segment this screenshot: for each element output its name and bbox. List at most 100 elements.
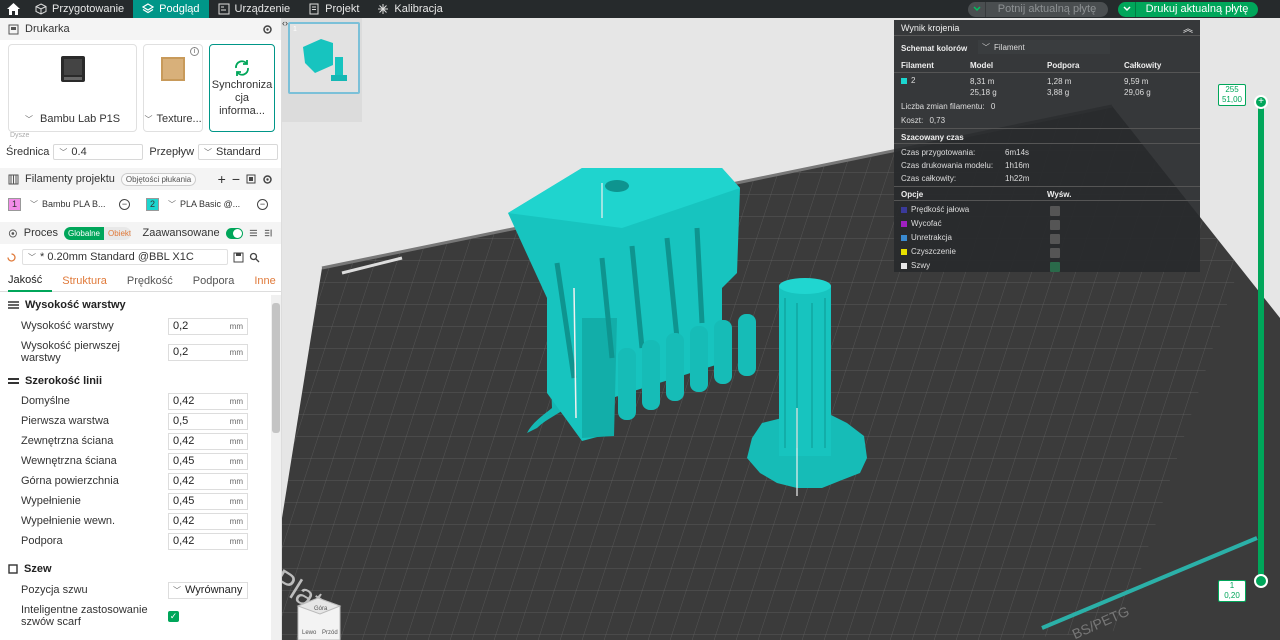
option-visible-checkbox[interactable] xyxy=(1050,206,1060,216)
line-width-input[interactable]: 0,42 mm xyxy=(168,392,248,410)
param-row: Wypełnienie wewn. 0,42 mm xyxy=(0,511,270,531)
col-header: Całkowity xyxy=(1124,61,1162,70)
tab-quality[interactable]: Jakość xyxy=(8,270,53,292)
filaments-section-title: Filamenty projektu xyxy=(25,173,115,185)
process-scope-toggle[interactable]: Globalne Obiekty xyxy=(63,226,131,240)
chevron-down-icon: ﹀ xyxy=(30,199,38,209)
chevron-down-icon: ﹀ xyxy=(168,199,176,209)
chevron-down-icon: ﹀ xyxy=(59,147,68,157)
option-visible-checkbox[interactable] xyxy=(1050,248,1060,258)
remove-filament-icon[interactable]: − xyxy=(232,171,240,187)
tab-prepare-label: Przygotowanie xyxy=(52,3,125,15)
tab-speed[interactable]: Prędkość xyxy=(127,270,183,292)
info-icon[interactable]: i xyxy=(190,47,199,56)
layer-slider[interactable]: + xyxy=(1254,95,1268,588)
slider-bottom-handle[interactable] xyxy=(1254,574,1268,588)
left-settings-panel: Drukarka ﹀ Bambu Lab P1S i ﹀ Texture... Sy… xyxy=(0,18,282,640)
search-icon[interactable] xyxy=(249,252,260,263)
save-icon[interactable] xyxy=(233,252,244,263)
objects-option[interactable]: Obiekty xyxy=(104,226,131,240)
add-filament-icon[interactable]: + xyxy=(218,171,226,187)
process-preset-select[interactable]: ﹀ * 0.20mm Standard @BBL X1C xyxy=(22,249,228,265)
printer-card[interactable]: ﹀ Bambu Lab P1S xyxy=(8,44,138,132)
diameter-value: 0.4 xyxy=(71,146,87,158)
option-row: Szwy xyxy=(901,261,930,270)
scrollbar-thumb[interactable] xyxy=(272,303,280,433)
flush-volumes-button[interactable]: Objętości płukania xyxy=(120,172,197,186)
tab-project[interactable]: Projekt xyxy=(299,0,368,18)
list-icon[interactable] xyxy=(249,228,258,238)
home-button[interactable] xyxy=(0,0,26,18)
printer-image-icon xyxy=(60,56,85,82)
option-visible-checkbox[interactable] xyxy=(1050,262,1060,272)
option-visible-checkbox[interactable] xyxy=(1050,234,1060,244)
tab-support[interactable]: Podpora xyxy=(193,270,245,292)
option-visible-checkbox[interactable] xyxy=(1050,220,1060,230)
col-header: Filament xyxy=(901,61,934,70)
3d-viewport[interactable]: d Plate BS/PETG xyxy=(282,18,1280,640)
view-orientation-cube[interactable]: Góra Lewo Przód xyxy=(296,597,342,640)
copy-icon[interactable] xyxy=(246,174,256,184)
filament-1-swatch[interactable]: 1 xyxy=(8,197,21,211)
line-width-input[interactable]: 0,42 mm xyxy=(168,472,248,490)
slice-dropdown-arrow[interactable] xyxy=(968,1,986,17)
filament-2-select[interactable]: ﹀ PLA Basic @... xyxy=(163,196,253,212)
sync-info-button[interactable]: Synchroniza cja informa... xyxy=(209,44,275,132)
tab-preview[interactable]: Podgląd xyxy=(133,0,209,18)
tab-calibration[interactable]: Kalibracja xyxy=(368,0,451,18)
print-plate-label: Drukuj aktualną płytę xyxy=(1145,3,1249,15)
param-label: Domyślne xyxy=(21,395,70,407)
calibration-icon xyxy=(378,4,389,14)
plate-thumbnail[interactable]: 1 xyxy=(288,22,360,94)
time-title: Szacowany czas xyxy=(901,133,964,142)
advanced-toggle[interactable] xyxy=(225,227,244,239)
project-icon xyxy=(309,3,319,15)
filament-2-name: PLA Basic @... xyxy=(180,199,241,209)
gear-icon[interactable] xyxy=(262,174,273,185)
line-width-input[interactable]: 0,42 mm xyxy=(168,512,248,530)
gear-icon[interactable] xyxy=(262,24,273,35)
reset-icon[interactable] xyxy=(6,252,17,263)
result-header: Wynik krojenia ︽ xyxy=(894,20,1200,36)
compare-icon[interactable] xyxy=(264,228,273,238)
param-value: 0,42 xyxy=(173,435,195,447)
printer-name: Bambu Lab P1S xyxy=(40,113,121,125)
plate-type-card[interactable]: i ﹀ Texture... xyxy=(143,44,203,132)
color-scheme-select[interactable]: ﹀ Filament xyxy=(978,40,1110,54)
first-layer-height-input[interactable]: 0,2 mm xyxy=(168,343,248,361)
line-width-input[interactable]: 0,45 mm xyxy=(168,492,248,510)
params-scrollbar[interactable] xyxy=(271,295,281,640)
param-value: 0,45 xyxy=(173,455,195,467)
diameter-select[interactable]: ﹀ 0.4 xyxy=(53,144,144,160)
tab-prepare[interactable]: Przygotowanie xyxy=(26,0,133,18)
seam-position-select[interactable]: ﹀ Wyrównany xyxy=(168,581,248,599)
filament-1-select[interactable]: ﹀ Bambu PLA B... xyxy=(25,196,115,212)
scarf-checkbox[interactable]: ✓ xyxy=(168,610,179,622)
slice-result-panel: Wynik krojenia ︽ Schemat kolorów ﹀ Filame… xyxy=(894,20,1200,272)
filament-2-swatch[interactable]: 2 xyxy=(146,197,159,211)
flow-select[interactable]: ﹀ Standard xyxy=(198,144,279,160)
process-tabs: Jakość Struktura Prędkość Podpora Inne xyxy=(0,270,281,292)
line-width-input[interactable]: 0,5 mm xyxy=(168,412,248,430)
global-option[interactable]: Globalne xyxy=(63,226,105,240)
line-width-input[interactable]: 0,42 mm xyxy=(168,532,248,550)
line-width-input[interactable]: 0,45 mm xyxy=(168,452,248,470)
seam-title: Szew xyxy=(24,563,52,575)
line-width-input[interactable]: 0,42 mm xyxy=(168,432,248,450)
show-label: Wyśw. xyxy=(1047,190,1072,199)
slice-plate-button[interactable]: Potnij aktualną płytę xyxy=(968,1,1108,17)
tab-device[interactable]: Urządzenie xyxy=(209,0,300,18)
slider-top-handle[interactable]: + xyxy=(1254,95,1268,109)
print-plate-button[interactable]: Drukuj aktualną płytę xyxy=(1118,1,1258,17)
tab-strength[interactable]: Struktura xyxy=(62,270,117,292)
plate-thumbnail-image xyxy=(303,39,347,81)
collapse-icon[interactable]: ︽ xyxy=(1183,20,1193,35)
legend-swatch xyxy=(901,234,907,241)
filament-1-remove-icon[interactable]: − xyxy=(119,198,130,210)
print-dropdown-arrow[interactable] xyxy=(1118,1,1136,17)
layer-height-input[interactable]: 0,2 mm xyxy=(168,317,248,335)
options-label: Opcje xyxy=(901,190,924,199)
tab-others[interactable]: Inne xyxy=(254,270,281,292)
filament-2-remove-icon[interactable]: − xyxy=(257,198,268,210)
process-section-header: Proces Globalne Obiekty Zaawansowane xyxy=(0,222,281,244)
